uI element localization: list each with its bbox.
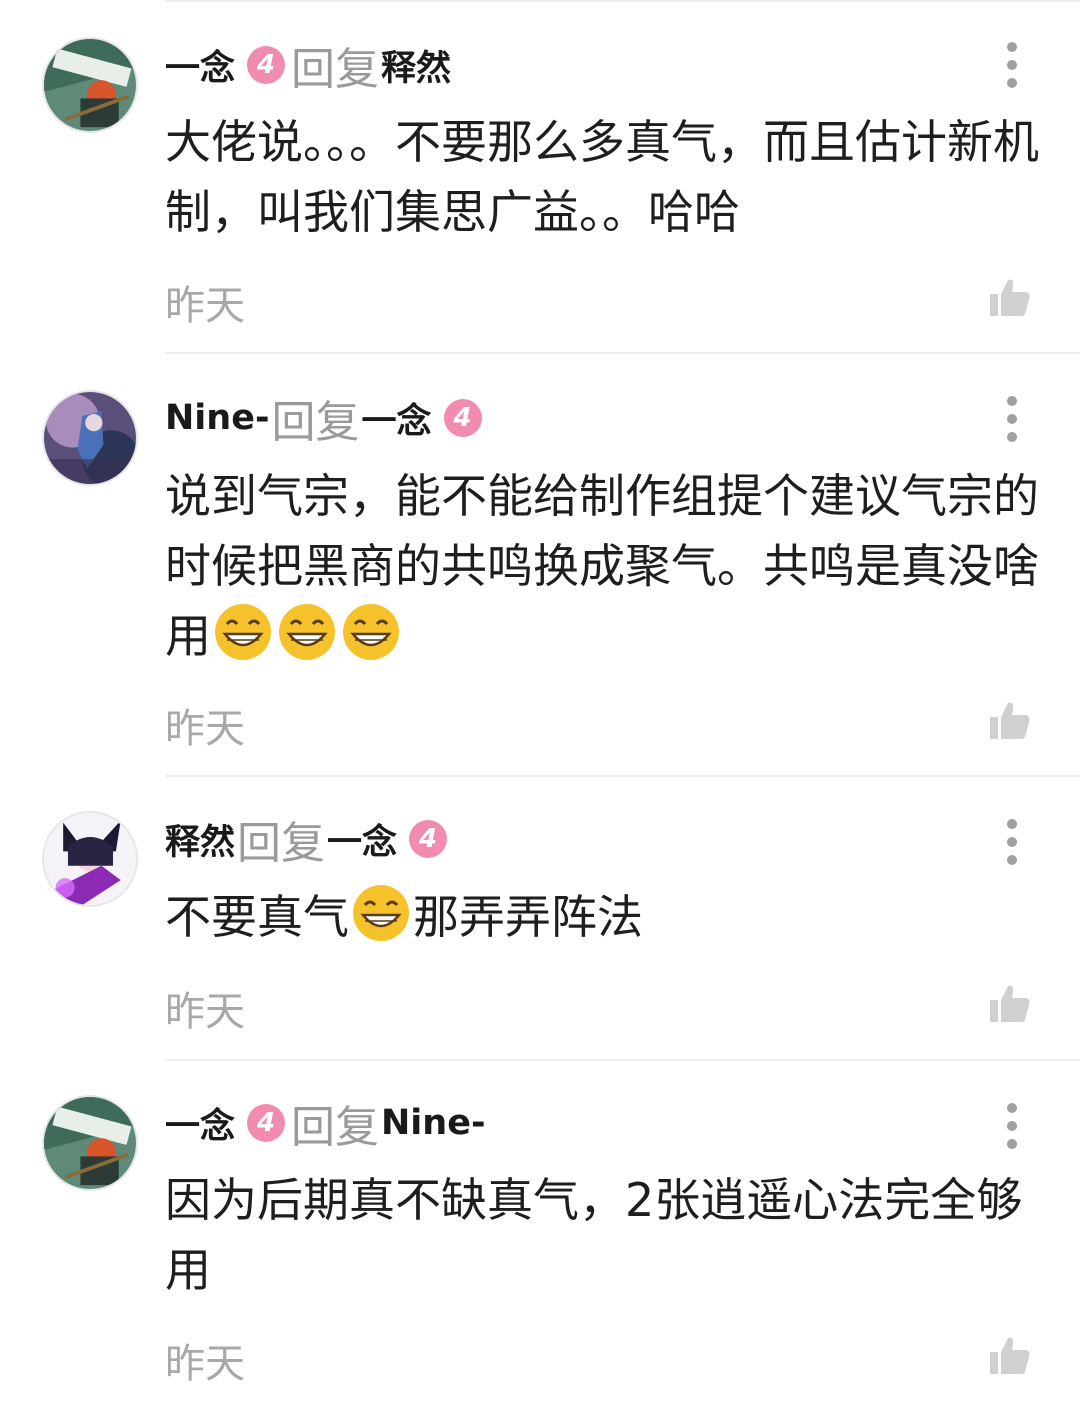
level-badge: 4 [247, 46, 286, 84]
thumbs-up-icon[interactable] [988, 982, 1032, 1026]
reply-to-name[interactable]: 一念 [327, 814, 397, 865]
comment-header: Nine- 回复 一念 4 [165, 390, 486, 448]
more-options-icon[interactable] [1002, 817, 1022, 867]
thumbs-up-icon[interactable] [988, 276, 1032, 320]
comment-text: 说到气宗，能不能给制作组提个建议气宗的时候把黑商的共鸣换成聚气。共鸣是真没啥用 [165, 461, 1045, 671]
grin-emoji-icon [213, 602, 273, 662]
more-options-icon[interactable] [1002, 1101, 1022, 1151]
reply-to-name[interactable]: 释然 [381, 40, 451, 91]
comment-text: 因为后期真不缺真气，2张逍遥心法完全够用 [165, 1173, 1023, 1297]
comment-time: 昨天 [165, 1341, 245, 1387]
comment-text: 大佬说。。。不要那么多真气，而且估计新机制，叫我们集思广益。。哈哈 [165, 115, 1039, 239]
comment-header: 一念 4 回复 释然 [165, 37, 451, 95]
grin-emoji-icon [351, 883, 411, 943]
comment-text: 不要真气 那弄弄阵法 [165, 882, 1045, 952]
author-name[interactable]: 一念 [165, 1098, 235, 1149]
reply-to-name[interactable]: Nine- [381, 1103, 485, 1143]
thumbs-up-icon[interactable] [988, 699, 1032, 743]
level-badge: 4 [247, 1104, 286, 1142]
comment-time: 昨天 [165, 706, 245, 752]
more-options-icon[interactable] [1002, 394, 1022, 444]
reply-label: 回复 [291, 1102, 380, 1153]
reply-label: 回复 [237, 818, 326, 869]
comment-header: 一念 4 回复 Nine- [165, 1095, 486, 1153]
author-name[interactable]: 一念 [165, 40, 235, 91]
comment-time: 昨天 [165, 989, 245, 1035]
reply-label: 回复 [271, 397, 360, 448]
comment-header: 释然 回复 一念 4 [165, 811, 451, 869]
comment-divider [165, 352, 1080, 354]
level-badge: 4 [443, 399, 482, 437]
comment-divider [165, 1059, 1080, 1061]
grin-emoji-icon [277, 602, 337, 662]
level-badge: 4 [409, 820, 448, 858]
more-options-icon[interactable] [1002, 40, 1022, 90]
author-name[interactable]: 释然 [165, 814, 235, 865]
top-divider [165, 0, 1080, 2]
avatar[interactable] [42, 811, 138, 907]
comment-text-body: 不要真气 [165, 890, 349, 944]
author-name[interactable]: Nine- [165, 398, 269, 438]
avatar[interactable] [42, 1095, 138, 1191]
thumbs-up-icon[interactable] [988, 1334, 1032, 1378]
comment-divider [165, 775, 1080, 777]
grin-emoji-icon [341, 602, 401, 662]
reply-to-name[interactable]: 一念 [361, 393, 431, 444]
comment-text-body: 那弄弄阵法 [413, 890, 643, 944]
reply-label: 回复 [291, 44, 380, 95]
avatar[interactable] [42, 390, 138, 486]
comment-time: 昨天 [165, 283, 245, 329]
avatar[interactable] [42, 37, 138, 133]
